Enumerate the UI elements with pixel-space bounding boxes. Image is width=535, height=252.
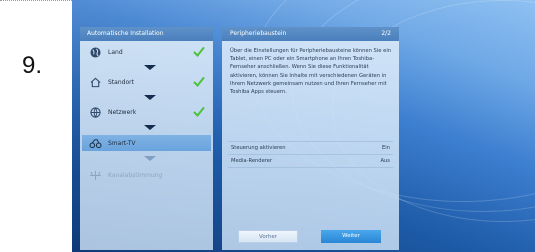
- check-icon: [193, 107, 205, 117]
- step-number: 9.: [22, 52, 43, 79]
- network-globe-icon: [88, 105, 102, 119]
- step-kanalabstimmung[interactable]: Kanalabstimmung: [82, 167, 211, 183]
- check-icon: [193, 47, 205, 57]
- installation-steps-panel: Automatische Installation Land Standort …: [80, 27, 213, 250]
- setting-value: Aus: [380, 158, 390, 164]
- globe-icon: [88, 45, 102, 59]
- step-label: Standort: [108, 78, 134, 86]
- dotted-separator: [0, 0, 72, 1]
- tv-screen: Automatische Installation Land Standort …: [72, 0, 535, 252]
- step-label: Kanalabstimmung: [108, 171, 163, 179]
- home-icon: [88, 75, 102, 89]
- step-standort[interactable]: Standort: [82, 74, 211, 90]
- panel-title: Automatische Installation: [80, 27, 213, 41]
- step-land[interactable]: Land: [82, 44, 211, 60]
- arrow-down-icon: [144, 65, 156, 70]
- setting-label: Steuerung aktivieren: [231, 145, 286, 151]
- settings-list: Steuerung aktivieren Ein Media-Renderer …: [228, 141, 393, 168]
- panel-title: Peripheriebaustein: [230, 30, 287, 37]
- next-button[interactable]: Weiter: [321, 230, 381, 243]
- setting-label: Media-Renderer: [231, 158, 273, 164]
- step-label: Smart-TV: [108, 139, 136, 147]
- check-icon: [193, 77, 205, 87]
- antenna-icon: [88, 168, 102, 182]
- setting-enable-control[interactable]: Steuerung aktivieren Ein: [228, 141, 393, 154]
- step-label: Land: [108, 48, 123, 56]
- setting-media-renderer[interactable]: Media-Renderer Aus: [228, 154, 393, 168]
- peripheral-settings-panel: Peripheriebaustein 2/2 Über die Einstell…: [222, 27, 399, 250]
- description-text: Über die Einstellungen für Peripheriebau…: [230, 48, 392, 96]
- step-netzwerk[interactable]: Netzwerk: [82, 104, 211, 120]
- arrow-down-icon: [144, 125, 156, 130]
- page-indicator: 2/2: [381, 30, 391, 37]
- step-smart-tv[interactable]: Smart-TV: [82, 135, 211, 151]
- arrow-down-icon: [144, 95, 156, 100]
- back-button[interactable]: Vorher: [238, 230, 298, 243]
- setting-value: Ein: [381, 145, 390, 151]
- arrow-down-icon: [144, 156, 156, 161]
- step-label: Netzwerk: [108, 108, 137, 116]
- panel-header: Peripheriebaustein 2/2: [222, 27, 399, 41]
- smart-tv-icon: [88, 136, 102, 150]
